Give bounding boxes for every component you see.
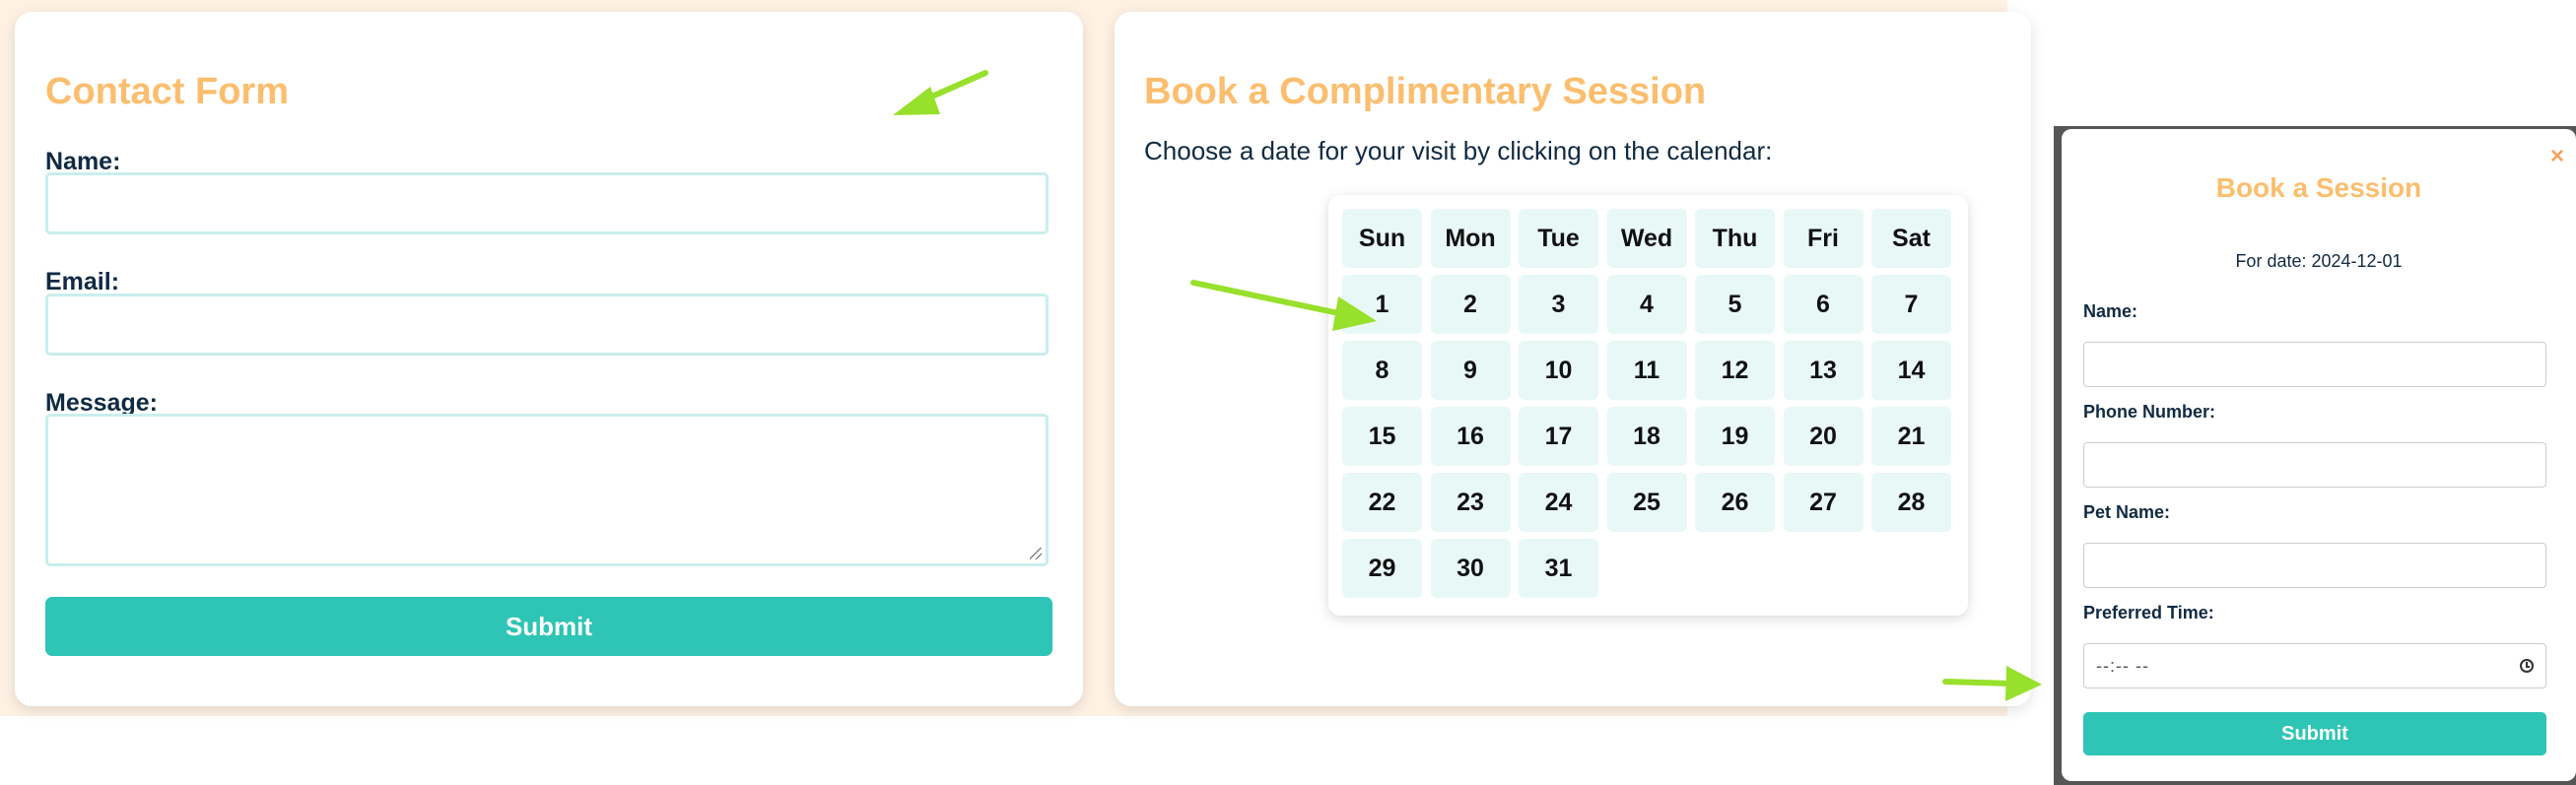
calendar-day[interactable]: 16: [1430, 407, 1511, 466]
clock-icon[interactable]: [2520, 659, 2534, 673]
close-icon[interactable]: ×: [2550, 143, 2564, 170]
calendar-day[interactable]: 17: [1519, 407, 1598, 466]
booking-instruction: Choose a date for your visit by clicking…: [1144, 136, 1773, 165]
name-field[interactable]: [45, 172, 1049, 234]
calendar-day[interactable]: 19: [1695, 407, 1775, 466]
contact-submit-button[interactable]: Submit: [45, 597, 1052, 656]
modal-time-field[interactable]: --:-- --: [2083, 643, 2546, 688]
calendar-day[interactable]: 5: [1695, 275, 1775, 334]
modal-phone-label: Phone Number:: [2083, 402, 2216, 422]
calendar-day[interactable]: 23: [1430, 473, 1511, 532]
calendar-day[interactable]: 25: [1606, 473, 1687, 532]
calendar-grid: Sun Mon Tue Wed Thu Fri Sat 1 2 3 4 5 6 7 8 9 10 11 12 13 14…: [1342, 209, 1951, 598]
calendar-day[interactable]: 4: [1606, 275, 1687, 334]
modal-title: Book a Session: [2215, 172, 2422, 203]
calendar-weekday-header: Fri: [1783, 209, 1864, 268]
email-field[interactable]: [45, 294, 1049, 356]
calendar-day[interactable]: 27: [1783, 473, 1864, 532]
calendar-day[interactable]: 12: [1695, 341, 1775, 400]
calendar-day[interactable]: 28: [1871, 473, 1951, 532]
calendar-day[interactable]: 11: [1606, 341, 1687, 400]
modal-name-field[interactable]: [2083, 342, 2546, 387]
modal-submit-button[interactable]: Submit: [2083, 712, 2546, 755]
calendar-day[interactable]: 24: [1519, 473, 1598, 532]
calendar-day[interactable]: 3: [1519, 275, 1598, 334]
calendar-day[interactable]: 8: [1342, 341, 1422, 400]
calendar-weekday-header: Thu: [1695, 209, 1775, 268]
calendar-day[interactable]: 18: [1606, 407, 1687, 466]
calendar-day[interactable]: 2: [1430, 275, 1511, 334]
calendar-day[interactable]: 31: [1519, 539, 1598, 598]
time-placeholder: --:-- --: [2096, 656, 2149, 676]
calendar-weekday-header: Sat: [1871, 209, 1951, 268]
email-label: Email:: [45, 268, 120, 295]
booking-card: Book a Complimentary Session Choose a da…: [1115, 12, 2031, 706]
modal-phone-field[interactable]: [2083, 442, 2546, 488]
calendar-day[interactable]: 20: [1783, 407, 1864, 466]
calendar-weekday-header: Sun: [1342, 209, 1422, 268]
calendar-day[interactable]: 7: [1871, 275, 1951, 334]
calendar-day[interactable]: 21: [1871, 407, 1951, 466]
calendar-day[interactable]: 1: [1342, 275, 1422, 334]
booking-modal: × Book a Session For date: 2024-12-01 Na…: [2062, 129, 2576, 781]
calendar-weekday-header: Mon: [1430, 209, 1511, 268]
calendar-day[interactable]: 29: [1342, 539, 1422, 598]
modal-pet-label: Pet Name:: [2083, 502, 2171, 522]
calendar-day[interactable]: 13: [1783, 341, 1864, 400]
page: Contact Form Name: Email: Message: Submi…: [0, 0, 2576, 785]
modal-pet-name-field[interactable]: [2083, 543, 2546, 588]
calendar-day[interactable]: 10: [1519, 341, 1598, 400]
contact-form-title: Contact Form: [45, 71, 289, 112]
calendar: Sun Mon Tue Wed Thu Fri Sat 1 2 3 4 5 6 7 8 9 10 11 12 13 14…: [1328, 195, 1968, 616]
booking-title: Book a Complimentary Session: [1144, 71, 1707, 112]
calendar-day[interactable]: 15: [1342, 407, 1422, 466]
calendar-weekday-header: Wed: [1606, 209, 1687, 268]
calendar-day[interactable]: 22: [1342, 473, 1422, 532]
calendar-weekday-header: Tue: [1519, 209, 1598, 268]
modal-date-text: For date: 2024-12-01: [2235, 251, 2403, 271]
contact-form-card: Contact Form Name: Email: Message: Submi…: [15, 12, 1083, 706]
modal-time-label: Preferred Time:: [2083, 603, 2214, 622]
resize-handle-icon[interactable]: [1030, 548, 1042, 559]
calendar-day[interactable]: 6: [1783, 275, 1864, 334]
calendar-day[interactable]: 9: [1430, 341, 1511, 400]
calendar-day[interactable]: 26: [1695, 473, 1775, 532]
modal-name-label: Name:: [2083, 301, 2138, 321]
calendar-day[interactable]: 14: [1871, 341, 1951, 400]
message-textarea[interactable]: [45, 414, 1049, 566]
calendar-day[interactable]: 30: [1430, 539, 1511, 598]
